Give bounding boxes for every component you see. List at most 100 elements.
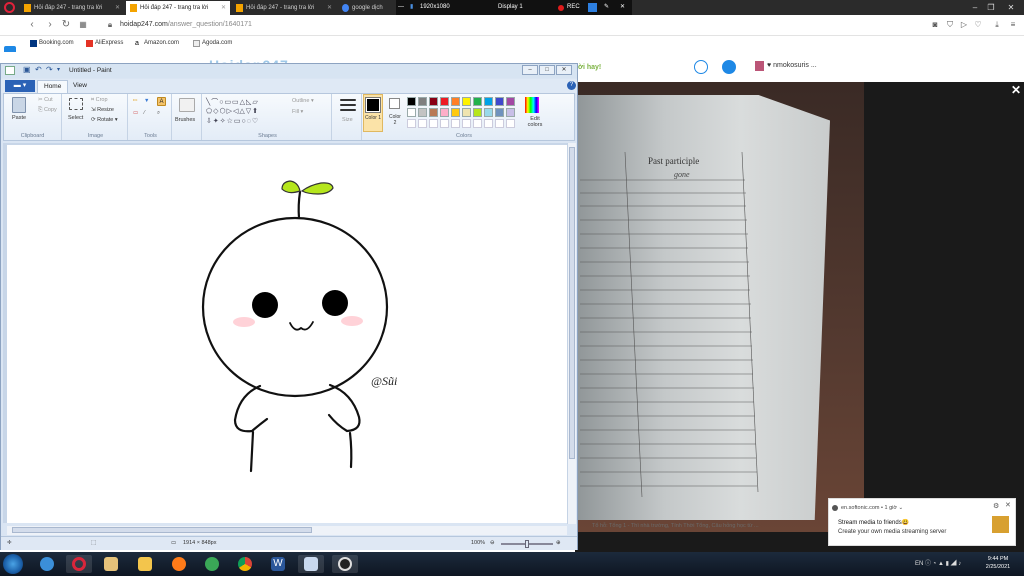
edit-colors-button[interactable]: Edit colors bbox=[523, 116, 547, 128]
fill-button[interactable]: Fill ▾ bbox=[292, 109, 303, 115]
size-line-icon[interactable] bbox=[340, 104, 356, 106]
minimize-icon[interactable]: — bbox=[398, 0, 404, 15]
record-stop-icon[interactable] bbox=[588, 3, 597, 12]
start-button[interactable] bbox=[3, 554, 23, 574]
tab-view[interactable]: View bbox=[67, 80, 93, 93]
back-icon[interactable]: ‹ bbox=[26, 19, 38, 31]
taskbar-word[interactable]: W bbox=[265, 555, 291, 573]
palette-custom-swatch[interactable] bbox=[429, 119, 438, 128]
play-icon[interactable]: ▷ bbox=[959, 20, 969, 30]
taskbar-ie[interactable] bbox=[34, 555, 60, 573]
palette-custom-swatch[interactable] bbox=[440, 119, 449, 128]
resize-button[interactable]: ⇲ Resize bbox=[91, 107, 114, 113]
tab-home[interactable]: Home bbox=[37, 80, 69, 93]
taskbar-recorder[interactable] bbox=[332, 555, 358, 573]
close-icon[interactable]: ✕ bbox=[115, 1, 120, 15]
minimize-window-icon[interactable]: – bbox=[522, 65, 538, 75]
taskbar-paint[interactable] bbox=[298, 555, 324, 573]
zoom-in-icon[interactable]: ⊕ bbox=[556, 540, 561, 546]
customize-toolbar-icon[interactable]: ▾ bbox=[57, 66, 65, 74]
palette-swatch[interactable] bbox=[506, 97, 515, 106]
palette-swatch[interactable] bbox=[429, 108, 438, 117]
select-button[interactable]: Select bbox=[68, 115, 83, 121]
forward-icon[interactable]: › bbox=[44, 19, 56, 31]
redo-icon[interactable]: ↷ bbox=[46, 66, 54, 74]
save-icon[interactable]: ▣ bbox=[23, 66, 31, 74]
bookmark-booking[interactable]: Booking.com bbox=[30, 40, 74, 47]
palette-swatch[interactable] bbox=[451, 97, 460, 106]
text-icon[interactable]: A bbox=[157, 97, 166, 106]
horizontal-scrollbar[interactable] bbox=[7, 526, 567, 535]
menu-icon[interactable]: ≡ bbox=[1008, 20, 1018, 30]
zoom-out-icon[interactable]: ⊖ bbox=[490, 540, 495, 546]
palette-swatch[interactable] bbox=[484, 108, 493, 117]
copy-button[interactable]: ⎘ Copy bbox=[38, 107, 57, 114]
palette-custom-swatch[interactable] bbox=[506, 119, 515, 128]
user-menu[interactable]: ♥ nmokosuris ... bbox=[755, 61, 817, 71]
shield-icon[interactable]: ⛉ bbox=[945, 20, 955, 30]
maximize-window-icon[interactable]: ❐ bbox=[984, 0, 998, 15]
rec-label[interactable]: REC bbox=[567, 0, 580, 15]
input-language[interactable]: EN bbox=[915, 561, 923, 567]
help-icon[interactable]: ? bbox=[567, 81, 576, 90]
brushes-button[interactable]: Brushes bbox=[175, 117, 195, 123]
palette-swatch[interactable] bbox=[473, 97, 482, 106]
zoom-slider-thumb[interactable] bbox=[525, 540, 529, 548]
shapes-gallery[interactable]: ╲⌒○▭▭△◺▱ bbox=[206, 97, 259, 107]
close-window-icon[interactable]: ✕ bbox=[556, 65, 572, 75]
browser-tab[interactable]: Hỏi đáp 247 - trang tra lời ✕ bbox=[20, 1, 124, 15]
palette-custom-swatch[interactable] bbox=[407, 119, 416, 128]
palette-swatch[interactable] bbox=[495, 108, 504, 117]
taskbar-opera[interactable] bbox=[66, 555, 92, 573]
pen-icon[interactable]: ✎ bbox=[604, 0, 609, 15]
browser-tab[interactable]: google dịch bbox=[338, 1, 394, 15]
vertical-scrollbar[interactable] bbox=[567, 143, 576, 524]
crop-button[interactable]: ⌗ Crop bbox=[91, 97, 108, 104]
fill-icon[interactable]: ▼ bbox=[144, 98, 149, 104]
palette-swatch[interactable] bbox=[495, 97, 504, 106]
shapes-gallery-row2[interactable]: ⬠◇⬡▷◁△▽⬆ bbox=[206, 107, 259, 115]
edit-colors-icon[interactable] bbox=[525, 97, 539, 113]
palette-custom-swatch[interactable] bbox=[484, 119, 493, 128]
recorder-display[interactable]: Display 1 bbox=[498, 0, 523, 15]
palette-swatch[interactable] bbox=[473, 108, 482, 117]
microphone-icon[interactable]: ▮ bbox=[410, 0, 413, 15]
palette-custom-swatch[interactable] bbox=[473, 119, 482, 128]
browser-tab-active[interactable]: Hỏi đáp 247 - trang tra lời ✕ bbox=[126, 1, 230, 15]
close-icon[interactable]: ✕ bbox=[1005, 501, 1011, 509]
system-tray[interactable]: EN ⓘ ◔ ▲ ▮ ◢ ♪ bbox=[915, 558, 961, 567]
camera-icon[interactable]: ◙ bbox=[930, 20, 940, 30]
size-button[interactable]: Size bbox=[342, 117, 353, 123]
pencil-icon[interactable]: ✏ bbox=[133, 98, 138, 104]
scroll-thumb[interactable] bbox=[569, 147, 575, 459]
palette-swatch[interactable] bbox=[462, 97, 471, 106]
palette-swatch[interactable] bbox=[440, 97, 449, 106]
magnifier-icon[interactable]: ⌕ bbox=[157, 110, 160, 117]
color1-selector[interactable]: Color 1 bbox=[363, 94, 383, 132]
taskbar-chrome[interactable] bbox=[232, 555, 258, 573]
paint-app-icon[interactable] bbox=[5, 66, 15, 75]
shapes-gallery-row3[interactable]: ⇩✦✧☆▭○◌♡ bbox=[206, 117, 259, 125]
taskbar-media-player[interactable] bbox=[98, 555, 124, 573]
palette-custom-swatch[interactable] bbox=[451, 119, 460, 128]
bell-icon[interactable] bbox=[722, 60, 736, 74]
scroll-thumb[interactable] bbox=[12, 527, 312, 533]
palette-custom-swatch[interactable] bbox=[418, 119, 427, 128]
palette-swatch[interactable] bbox=[418, 97, 427, 106]
palette-swatch[interactable] bbox=[407, 108, 416, 117]
clock[interactable]: 9:44 PM 2/25/2021 bbox=[980, 555, 1016, 571]
rotate-button[interactable]: ⟳ Rotate ▾ bbox=[91, 117, 118, 123]
close-window-icon[interactable]: ✕ bbox=[1004, 0, 1018, 15]
select-icon[interactable] bbox=[69, 98, 83, 110]
palette-swatch[interactable] bbox=[506, 108, 515, 117]
color2-selector[interactable]: Color 2 bbox=[387, 97, 403, 131]
maximize-window-icon[interactable]: □ bbox=[539, 65, 555, 75]
close-icon[interactable]: ✕ bbox=[221, 1, 226, 15]
bookmark-amazon[interactable]: a Amazon.com bbox=[135, 40, 179, 47]
palette-swatch[interactable] bbox=[440, 108, 449, 117]
paste-button[interactable]: Paste bbox=[12, 115, 26, 121]
bookmark-agoda[interactable]: Agoda.com bbox=[193, 40, 232, 47]
palette-swatch[interactable] bbox=[418, 108, 427, 117]
download-icon[interactable]: ⤓ bbox=[992, 20, 1002, 30]
brush-icon[interactable] bbox=[179, 98, 195, 112]
